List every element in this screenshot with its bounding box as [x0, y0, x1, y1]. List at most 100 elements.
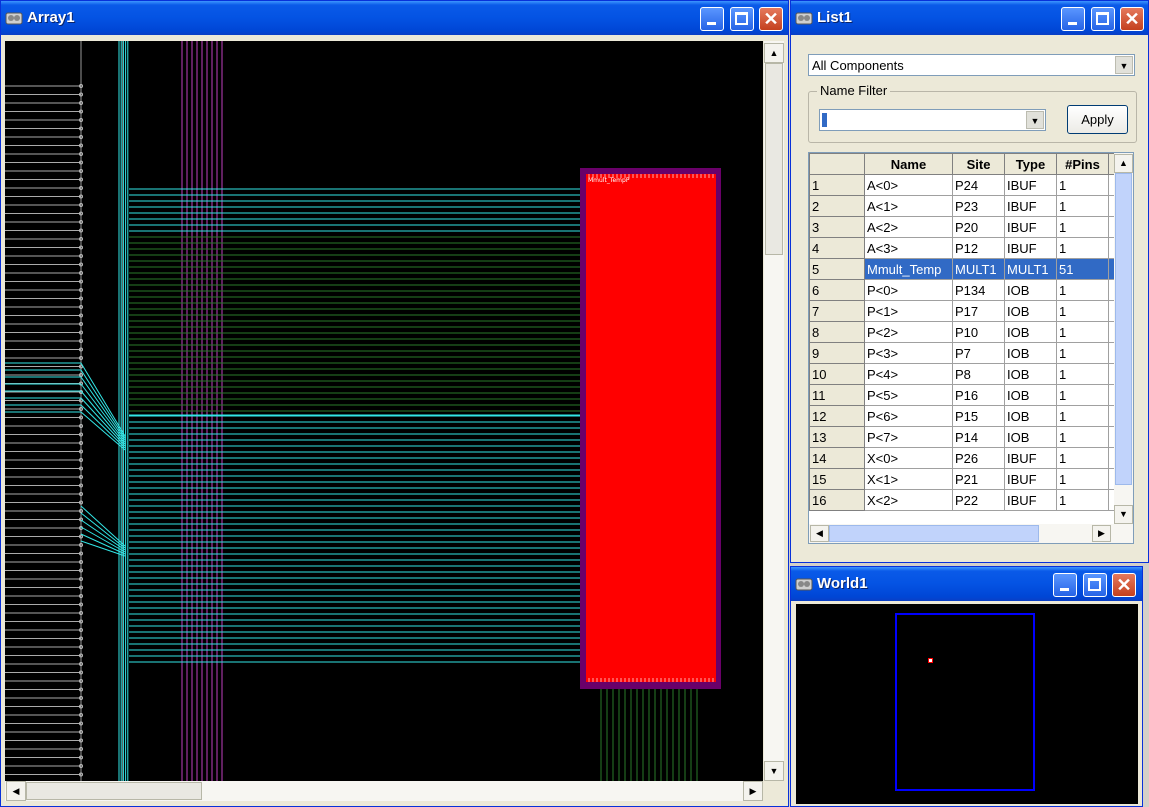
- cell-pins[interactable]: 1: [1056, 216, 1109, 238]
- cell-name[interactable]: P<5>: [864, 384, 953, 406]
- cell-name[interactable]: A<0>: [864, 174, 953, 196]
- cell-type[interactable]: IOB: [1004, 300, 1057, 322]
- cell-site[interactable]: P26: [952, 447, 1005, 469]
- array-vscroll-down[interactable]: ▼: [764, 761, 784, 781]
- cell-name[interactable]: X<2>: [864, 489, 953, 511]
- table-row[interactable]: 13 P<7> P14 IOB 1: [809, 426, 1117, 448]
- list-hscroll-right[interactable]: ▶: [1092, 525, 1111, 542]
- world-viewport-rect[interactable]: [895, 613, 1035, 791]
- array-vscroll-thumb[interactable]: [765, 63, 783, 255]
- cell-pins[interactable]: 1: [1056, 468, 1109, 490]
- row-number[interactable]: 11: [809, 384, 865, 406]
- table-row[interactable]: 8 P<2> P10 IOB 1: [809, 321, 1117, 343]
- cell-name[interactable]: X<0>: [864, 447, 953, 469]
- apply-button[interactable]: Apply: [1067, 105, 1128, 134]
- list-titlebar[interactable]: List1 ✕: [791, 1, 1148, 35]
- world-titlebar[interactable]: World1 ✕: [791, 567, 1142, 601]
- row-number[interactable]: 3: [809, 216, 865, 238]
- table-row[interactable]: 2 A<1> P23 IBUF 1: [809, 195, 1117, 217]
- cell-type[interactable]: IOB: [1004, 426, 1057, 448]
- world-minimize-button[interactable]: [1053, 573, 1077, 597]
- cell-site[interactable]: P7: [952, 342, 1005, 364]
- cell-name[interactable]: A<3>: [864, 237, 953, 259]
- cell-pins[interactable]: 1: [1056, 321, 1109, 343]
- row-number[interactable]: 12: [809, 405, 865, 427]
- row-number[interactable]: 8: [809, 321, 865, 343]
- table-row[interactable]: 4 A<3> P12 IBUF 1: [809, 237, 1117, 259]
- list-maximize-button[interactable]: [1091, 7, 1115, 31]
- world-canvas[interactable]: [796, 604, 1138, 804]
- row-number[interactable]: 13: [809, 426, 865, 448]
- chevron-down-icon[interactable]: ▼: [1026, 111, 1044, 129]
- cell-pins[interactable]: 1: [1056, 342, 1109, 364]
- chevron-down-icon[interactable]: ▼: [1115, 56, 1133, 74]
- array-titlebar[interactable]: Array1 ✕: [1, 1, 788, 35]
- cell-pins[interactable]: 1: [1056, 384, 1109, 406]
- cell-name[interactable]: X<1>: [864, 468, 953, 490]
- row-number[interactable]: 4: [809, 237, 865, 259]
- cell-name[interactable]: Mmult_Temp: [864, 258, 953, 280]
- row-number[interactable]: 2: [809, 195, 865, 217]
- array-hscroll-thumb[interactable]: [26, 782, 202, 800]
- cell-pins[interactable]: 1: [1056, 279, 1109, 301]
- cell-pins[interactable]: 1: [1056, 447, 1109, 469]
- cell-name[interactable]: A<2>: [864, 216, 953, 238]
- table-row[interactable]: 12 P<6> P15 IOB 1: [809, 405, 1117, 427]
- cell-name[interactable]: P<1>: [864, 300, 953, 322]
- cell-pins[interactable]: 1: [1056, 195, 1109, 217]
- cell-site[interactable]: P8: [952, 363, 1005, 385]
- column-header-pins[interactable]: #Pins: [1056, 153, 1109, 175]
- array-hscroll-right[interactable]: ▶: [743, 781, 763, 801]
- cell-site[interactable]: P15: [952, 405, 1005, 427]
- row-number[interactable]: 5: [809, 258, 865, 280]
- cell-name[interactable]: P<3>: [864, 342, 953, 364]
- name-filter-input[interactable]: ▼: [819, 109, 1046, 131]
- table-row[interactable]: 7 P<1> P17 IOB 1: [809, 300, 1117, 322]
- table-row[interactable]: 14 X<0> P26 IBUF 1: [809, 447, 1117, 469]
- cell-type[interactable]: IBUF: [1004, 195, 1057, 217]
- cell-site[interactable]: P12: [952, 237, 1005, 259]
- array-hscroll-left[interactable]: ◀: [6, 781, 26, 801]
- cell-site[interactable]: P22: [952, 489, 1005, 511]
- cell-pins[interactable]: 1: [1056, 489, 1109, 511]
- world-maximize-button[interactable]: [1083, 573, 1107, 597]
- cell-site[interactable]: P10: [952, 321, 1005, 343]
- cell-pins[interactable]: 1: [1056, 363, 1109, 385]
- row-number[interactable]: 16: [809, 489, 865, 511]
- list-minimize-button[interactable]: [1061, 7, 1085, 31]
- component-table[interactable]: Name Site Type #Pins 1 A<0> P24 IBUF 1 2 A<1> P…: [808, 152, 1134, 544]
- cell-site[interactable]: P23: [952, 195, 1005, 217]
- list-hscroll-thumb[interactable]: [829, 525, 1039, 542]
- component-filter-select[interactable]: All Components ▼: [808, 54, 1135, 76]
- row-number[interactable]: 7: [809, 300, 865, 322]
- cell-site[interactable]: MULT1: [952, 258, 1005, 280]
- cell-type[interactable]: IOB: [1004, 321, 1057, 343]
- table-row[interactable]: 16 X<2> P22 IBUF 1: [809, 489, 1117, 511]
- table-row[interactable]: 6 P<0> P134 IOB 1: [809, 279, 1117, 301]
- cell-type[interactable]: IOB: [1004, 342, 1057, 364]
- table-row[interactable]: 3 A<2> P20 IBUF 1: [809, 216, 1117, 238]
- row-number[interactable]: 9: [809, 342, 865, 364]
- row-number[interactable]: 15: [809, 468, 865, 490]
- cell-type[interactable]: IOB: [1004, 279, 1057, 301]
- cell-site[interactable]: P134: [952, 279, 1005, 301]
- cell-type[interactable]: IBUF: [1004, 468, 1057, 490]
- cell-pins[interactable]: 1: [1056, 300, 1109, 322]
- cell-site[interactable]: P16: [952, 384, 1005, 406]
- cell-pins[interactable]: 1: [1056, 405, 1109, 427]
- row-number[interactable]: 1: [809, 174, 865, 196]
- list-hscroll-left[interactable]: ◀: [810, 525, 829, 542]
- cell-type[interactable]: IBUF: [1004, 216, 1057, 238]
- cell-name[interactable]: A<1>: [864, 195, 953, 217]
- list-vscroll-down[interactable]: ▼: [1114, 505, 1133, 524]
- row-number[interactable]: 10: [809, 363, 865, 385]
- cell-pins[interactable]: 1: [1056, 426, 1109, 448]
- cell-pins[interactable]: 51: [1056, 258, 1109, 280]
- column-header-site[interactable]: Site: [952, 153, 1005, 175]
- world-close-button[interactable]: ✕: [1112, 573, 1136, 597]
- cell-site[interactable]: P14: [952, 426, 1005, 448]
- list-vscroll-up[interactable]: ▲: [1114, 154, 1133, 173]
- array-maximize-button[interactable]: [730, 7, 754, 31]
- column-header-type[interactable]: Type: [1004, 153, 1057, 175]
- list-vscroll-thumb[interactable]: [1115, 173, 1132, 485]
